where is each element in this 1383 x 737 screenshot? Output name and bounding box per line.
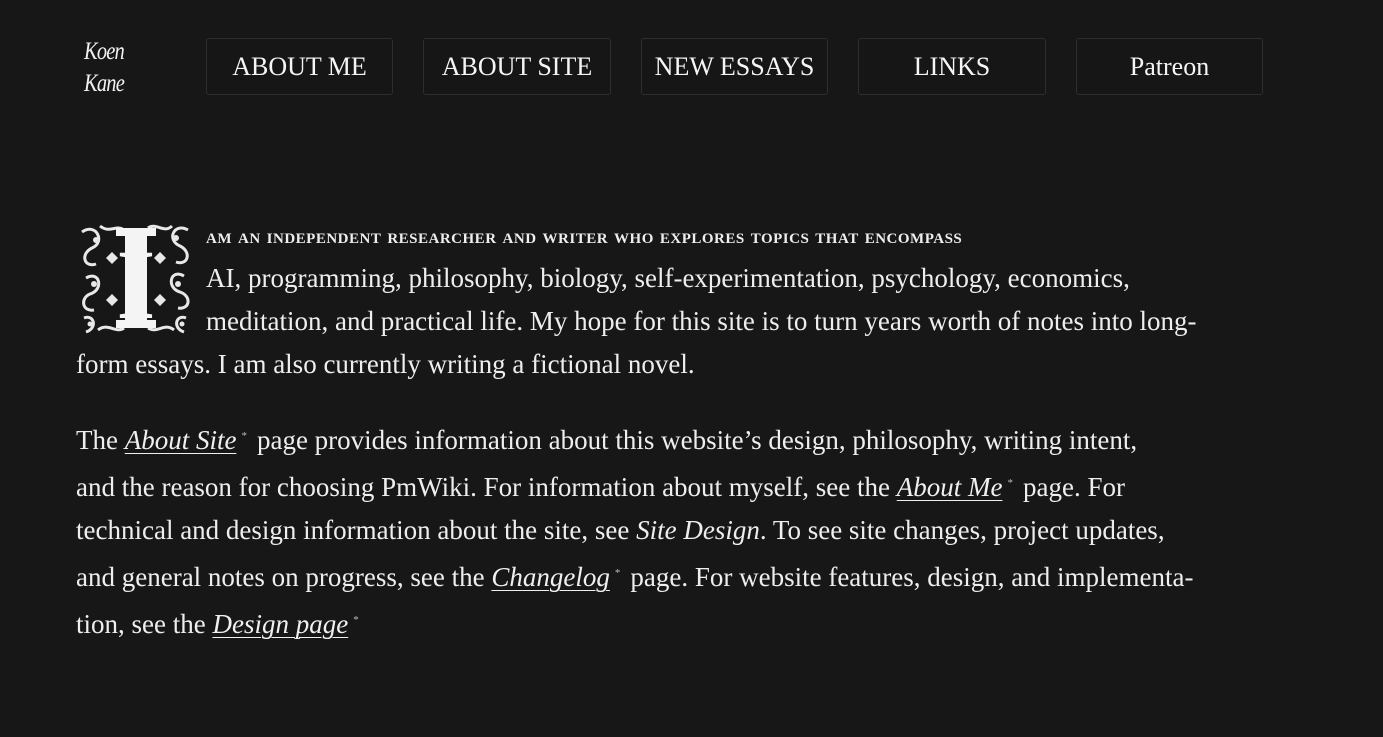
intro-line-2: AI, programming, philosophy, biology, se… [206, 263, 1130, 293]
para2-text: The [76, 425, 118, 455]
link-marker-icon: * [353, 614, 359, 626]
para2-text: page. For [1022, 472, 1125, 502]
main-content: I am an independent researcher and write… [76, 214, 1266, 646]
dropcap-letter: I [117, 229, 156, 338]
para2-line-1: The About Site * page provides information… [76, 415, 1266, 462]
para2-line-2: and the reason for choosing PmWiki. For … [76, 462, 1266, 509]
para2-line-4: and general notes on progress, see the C… [76, 552, 1266, 599]
ornate-dropcap-icon: I [76, 218, 196, 338]
about-site-link[interactable]: About Site [125, 425, 237, 455]
para2-text: and the reason for choosing PmWiki. For … [76, 472, 890, 502]
about-me-link[interactable]: About Me [897, 472, 1003, 502]
nav-label: ABOUT ME [232, 51, 367, 81]
para2-text: page. For website features, design, and … [630, 562, 1194, 592]
nav-label: NEW ESSAYS [654, 51, 815, 81]
site-logo[interactable]: Koen Kane [84, 36, 136, 100]
para2-text: and general notes on progress, see the [76, 562, 485, 592]
para2-text: page provides information about this web… [256, 425, 1138, 455]
nav-new-essays-button[interactable]: NEW ESSAYS [641, 38, 828, 95]
para2-line-3: technical and design information about t… [76, 509, 1266, 552]
site-info-paragraph: The About Site * page provides information… [76, 415, 1266, 646]
nav-patreon-button[interactable]: Patreon [1076, 38, 1263, 95]
nav-label: LINKS [913, 51, 991, 81]
nav-links-button[interactable]: LINKS [858, 38, 1046, 95]
link-marker-icon: * [614, 567, 621, 579]
site-header: Koen Kane ABOUT ME ABOUT SITE NEW ESSAYS… [0, 0, 1383, 140]
design-page-link[interactable]: Design page [212, 609, 348, 639]
para2-text: . To see site changes, project updates, [759, 515, 1165, 545]
nav-about-site-button[interactable]: ABOUT SITE [423, 38, 611, 95]
intro-line-3: meditation, and practical life. My hope … [206, 306, 1197, 336]
link-marker-icon: * [241, 430, 247, 442]
nav-about-me-button[interactable]: ABOUT ME [206, 38, 393, 95]
changelog-link[interactable]: Changelog [491, 562, 610, 592]
para2-text: tion, see the [76, 609, 206, 639]
intro-line-4: form essays. I am also currently writing… [76, 349, 695, 379]
intro-paragraph: I am an independent researcher and write… [76, 214, 1266, 386]
para2-text: technical and design information about t… [76, 515, 630, 545]
para2-line-5: tion, see the Design page * [76, 599, 1266, 646]
nav-label: ABOUT SITE [441, 51, 593, 81]
nav-label: Patreon [1129, 51, 1210, 81]
logo-line-2: Kane [84, 70, 125, 97]
intro-line-1: am an independent researcher and writer … [206, 223, 963, 248]
site-design-text: Site Design [636, 515, 760, 545]
logo-line-1: Koen [84, 38, 125, 65]
link-marker-icon: * [1007, 477, 1013, 489]
